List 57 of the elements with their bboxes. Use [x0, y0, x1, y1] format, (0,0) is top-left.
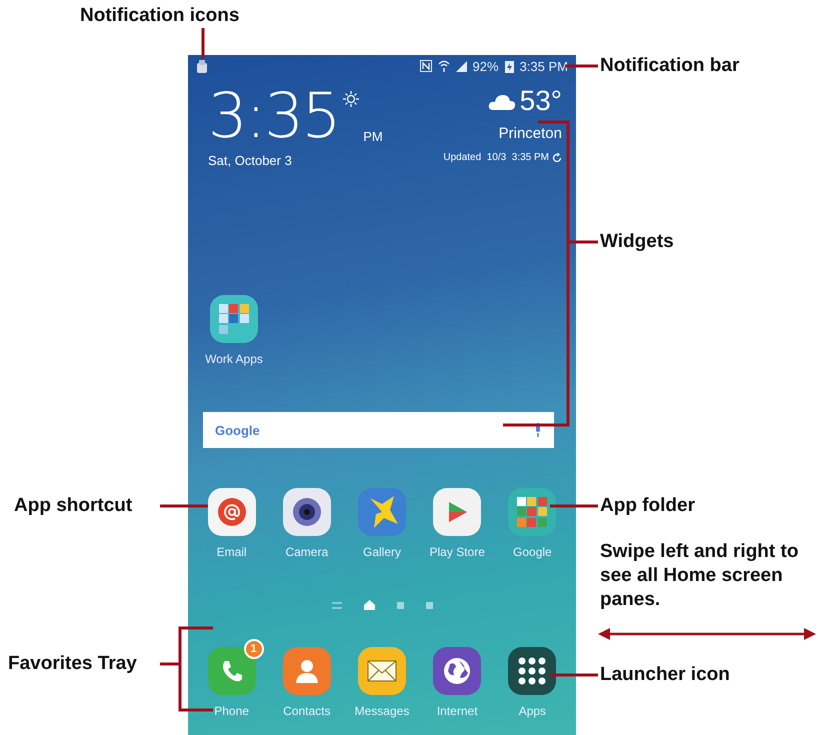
app-label: Phone: [214, 704, 249, 718]
at-sign-icon: [216, 497, 247, 527]
app-label: Apps: [518, 704, 546, 718]
clock-time: 3:35: [208, 85, 340, 147]
home-indicator-icon[interactable]: [364, 600, 374, 610]
leader-line: [160, 504, 208, 508]
app-label: Messages: [354, 704, 410, 718]
callout-label: App shortcut: [14, 494, 132, 518]
leader-line: [202, 28, 204, 58]
app-folder-icon: [217, 302, 251, 336]
temperature: 53°: [520, 85, 562, 117]
status-time: 3:35 PM: [520, 58, 568, 74]
grid-dots-icon: [518, 657, 546, 685]
envelope-icon: [366, 659, 397, 683]
callout-label: Launcher icon: [600, 663, 730, 687]
globe-icon: [442, 656, 472, 686]
app-shortcut[interactable]: [433, 647, 482, 695]
callout-label: App folder: [600, 494, 695, 518]
app-label: Play Store: [430, 545, 485, 559]
app-label: Email: [216, 545, 247, 559]
weather-city: Princeton: [498, 125, 562, 142]
work-apps-folder[interactable]: [210, 295, 258, 343]
leader-line: [565, 64, 598, 68]
callout-label: Favorites Tray: [8, 652, 137, 676]
app-folder-icon: [515, 495, 550, 529]
battery-charging-icon: [504, 60, 514, 72]
signal-icon: [456, 60, 467, 72]
refresh-icon[interactable]: [552, 152, 562, 162]
app-shortcut[interactable]: [282, 488, 331, 536]
cloud-icon: [488, 92, 516, 110]
leader-line: [550, 674, 598, 676]
app-label: Google: [513, 545, 552, 559]
wifi-icon: [438, 60, 450, 72]
app-shortcut[interactable]: [508, 647, 556, 695]
clock-ampm: PM: [363, 129, 383, 144]
app-label: Camera: [285, 545, 328, 559]
microphone-icon[interactable]: [534, 423, 542, 437]
app-label: Contacts: [283, 704, 330, 718]
nfc-icon: [420, 60, 432, 72]
search-bar[interactable]: Google: [203, 412, 554, 448]
leader-line: [550, 504, 598, 508]
sun-icon: [343, 91, 360, 107]
callout-label: Notification bar: [600, 54, 740, 78]
search-logo: Google: [215, 422, 260, 438]
callout-label: Widgets: [600, 230, 674, 254]
app-shortcut[interactable]: [358, 647, 406, 695]
weather-updated: Updated 10/3 3:35 PM: [443, 152, 562, 163]
app-label: Work Apps: [205, 352, 263, 366]
notification-app-icon: [196, 60, 208, 72]
camera-lens-icon: [290, 496, 323, 528]
clock-date: Sat, October 3: [208, 153, 293, 168]
battery-percent: 92%: [472, 58, 499, 74]
notification-badge: 1: [244, 639, 264, 659]
app-label: Gallery: [362, 545, 401, 559]
app-label: Internet: [436, 704, 478, 718]
callout-label: Swipe left and right to see all Home screen panes.: [600, 540, 800, 612]
callout-label: Notification icons: [80, 4, 240, 28]
